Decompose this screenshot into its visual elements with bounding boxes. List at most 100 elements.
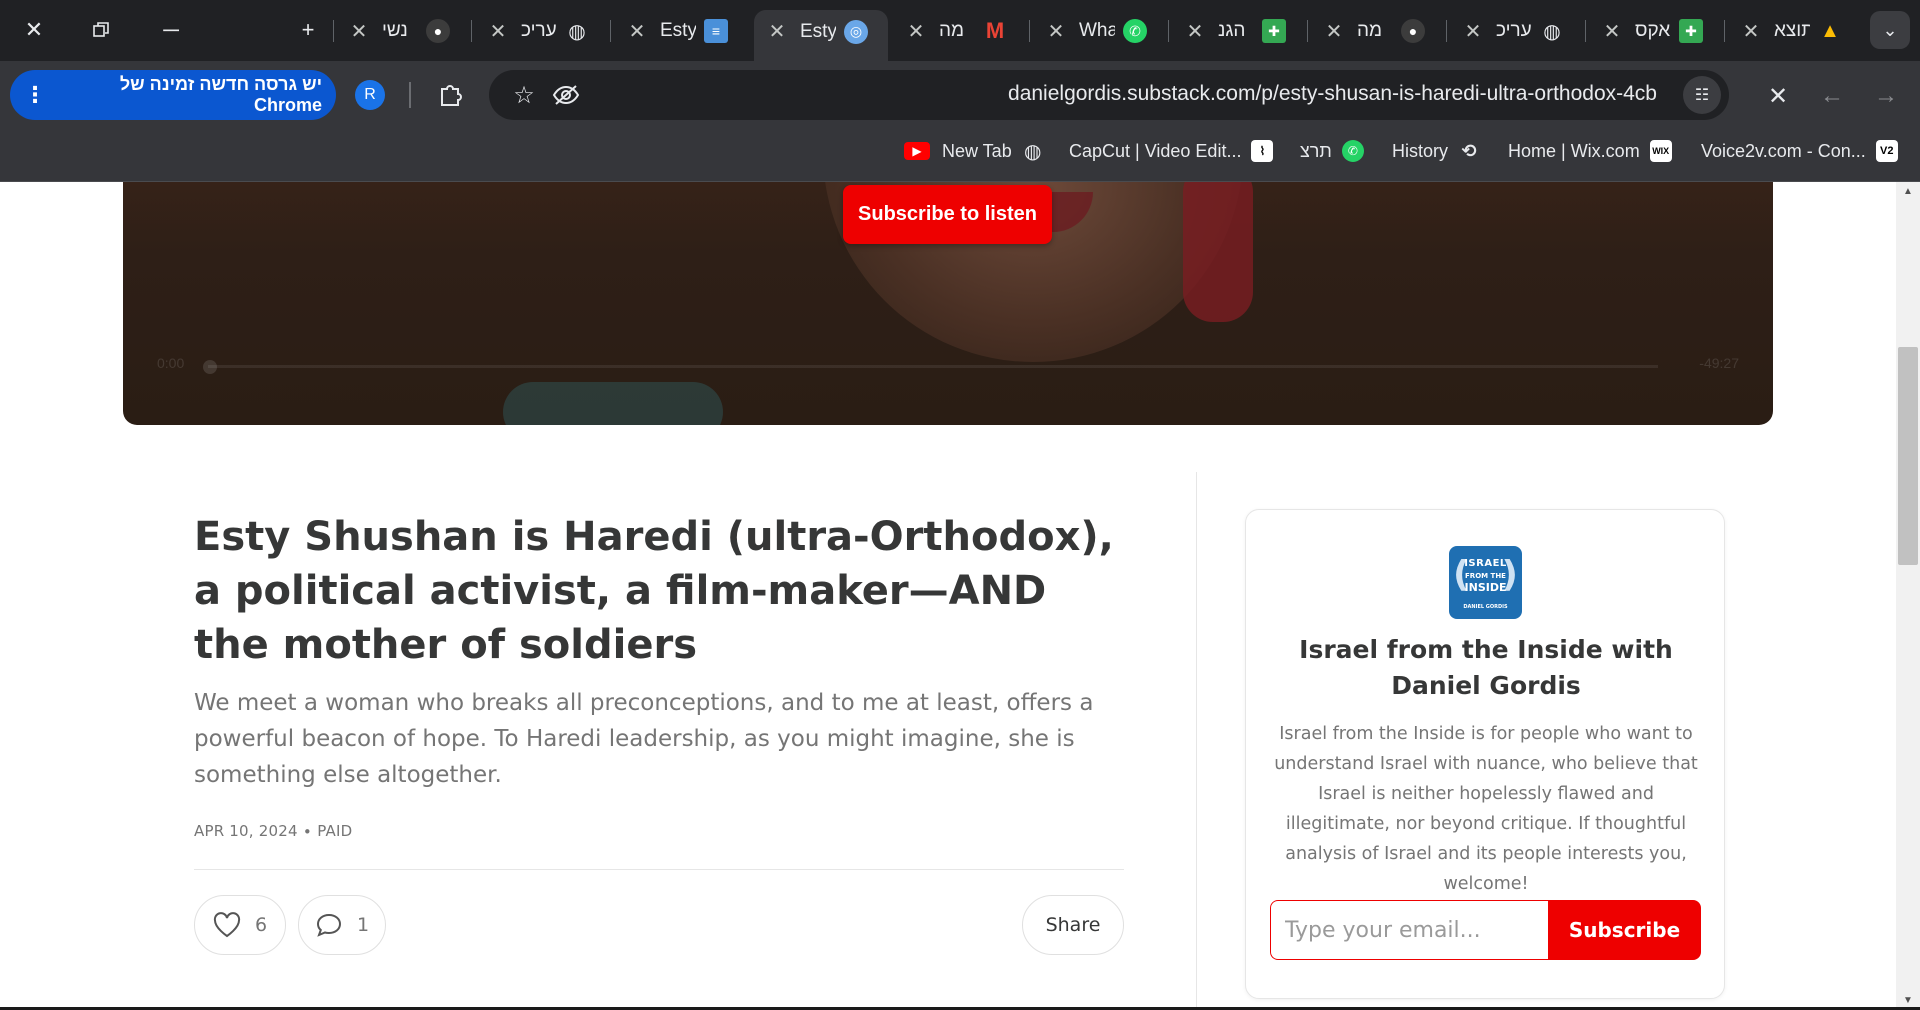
eye-off-icon[interactable] bbox=[551, 80, 581, 110]
tab[interactable]: ✕ עריכ ◍ bbox=[1460, 10, 1564, 52]
tab-title: עריכ bbox=[521, 20, 557, 41]
tab-close-icon[interactable]: ✕ bbox=[764, 19, 790, 44]
stop-loading-icon[interactable]: ✕ bbox=[1758, 76, 1798, 116]
tab[interactable]: ✕ הגנ ✚ bbox=[1182, 10, 1286, 52]
more-vert-icon: ⋮ bbox=[24, 82, 46, 107]
drive-icon: ▲ bbox=[1820, 19, 1840, 42]
publication-title: Israel from the Inside with Daniel Gordi… bbox=[1299, 635, 1673, 700]
tab-close-icon[interactable]: ✕ bbox=[485, 19, 511, 44]
tab[interactable]: ✕ עריכ ◍ bbox=[485, 10, 589, 52]
tab-title: נשי bbox=[382, 20, 408, 41]
tab-close-icon[interactable]: ✕ bbox=[903, 19, 929, 44]
substack-icon: ◎ bbox=[844, 19, 868, 44]
publication-card: ( ) ISRAEL FROM THE INSIDE DANIEL GORDIS… bbox=[1245, 509, 1725, 999]
globe-icon: ◍ bbox=[1543, 20, 1561, 43]
back-arrow-icon[interactable]: ← bbox=[1812, 76, 1852, 116]
tab-search-chevron-icon[interactable]: ⌄ bbox=[1870, 11, 1910, 49]
tab[interactable]: ✕ Wha ✆ bbox=[1043, 10, 1147, 52]
comment-button[interactable]: 1 bbox=[298, 895, 386, 955]
bookmark-whatsapp[interactable]: תרצ ✆ bbox=[1300, 136, 1364, 166]
whatsapp-icon: ✆ bbox=[1123, 19, 1147, 43]
bookmark-history[interactable]: History ⟲ bbox=[1392, 136, 1480, 166]
avatar-icon: ● bbox=[1401, 19, 1425, 43]
avatar-icon: ● bbox=[426, 19, 450, 43]
new-tab-icon[interactable]: + bbox=[288, 12, 328, 48]
tab-title: תוצא bbox=[1774, 20, 1810, 41]
tab[interactable]: ✕ אקס ✚ bbox=[1599, 10, 1703, 52]
bookmark-youtube[interactable]: ▶ bbox=[894, 136, 930, 166]
whatsapp-icon: ✆ bbox=[1341, 140, 1364, 162]
player-time-end: -49:27 bbox=[1699, 355, 1739, 371]
minimize-window-icon[interactable]: ─ bbox=[151, 12, 191, 48]
bookmark-label: תרצ bbox=[1300, 140, 1332, 161]
tab[interactable]: ✕ תוצא ▲ bbox=[1738, 10, 1842, 52]
extensions-puzzle-icon[interactable] bbox=[436, 78, 466, 110]
like-button[interactable]: 6 bbox=[194, 895, 286, 955]
bookmark-new-tab[interactable]: New Tab ◍ bbox=[942, 136, 1044, 166]
capcut-icon: ⌇ bbox=[1251, 140, 1274, 162]
scroll-down-icon[interactable]: ▼ bbox=[1902, 995, 1914, 1006]
bookmark-label: History bbox=[1392, 140, 1449, 161]
tab-title: Wha bbox=[1079, 20, 1115, 41]
tab-close-icon[interactable]: ✕ bbox=[1599, 19, 1625, 44]
tab-close-icon[interactable]: ✕ bbox=[1182, 19, 1208, 44]
scrollbar-thumb[interactable] bbox=[1898, 347, 1918, 565]
tab-close-icon[interactable]: ✕ bbox=[1321, 19, 1347, 44]
tab-close-icon[interactable]: ✕ bbox=[1460, 19, 1486, 44]
bookmark-voice2v[interactable]: Voice2v.com - Con... V2 bbox=[1701, 136, 1898, 166]
site-settings-tune-icon[interactable]: ☷ bbox=[1683, 76, 1721, 114]
publication-logo: ( ) ISRAEL FROM THE INSIDE DANIEL GORDIS bbox=[1449, 546, 1522, 619]
bookmark-star-icon[interactable]: ☆ bbox=[509, 80, 539, 110]
bookmark-wix[interactable]: Home | Wix.com WIX bbox=[1508, 136, 1672, 166]
like-count: 6 bbox=[254, 914, 268, 936]
bookmark-label: Voice2v.com - Con... bbox=[1701, 140, 1866, 161]
email-field[interactable] bbox=[1270, 900, 1548, 960]
tab-close-icon[interactable]: ✕ bbox=[1043, 19, 1069, 44]
tab-title: Esty bbox=[660, 20, 696, 41]
sheets-icon: ✚ bbox=[1679, 19, 1703, 43]
wix-icon: WIX bbox=[1649, 140, 1672, 162]
post-divider bbox=[194, 869, 1124, 870]
tab[interactable]: ✕ מה ● bbox=[1321, 10, 1425, 52]
youtube-icon: ▶ bbox=[904, 142, 930, 160]
globe-icon: ◍ bbox=[1023, 140, 1042, 163]
url-text[interactable]: danielgordis.substack.com/p/esty-shusan-… bbox=[1008, 82, 1657, 106]
address-bar[interactable]: ☆ danielgordis.substack.com/p/esty-shusa… bbox=[489, 70, 1729, 120]
tab-title: עריכ bbox=[1496, 20, 1532, 41]
restore-window-icon[interactable] bbox=[81, 12, 121, 48]
comment-bubble-icon bbox=[316, 913, 341, 937]
v2-icon: V2 bbox=[1875, 140, 1898, 162]
tab-close-icon[interactable]: ✕ bbox=[624, 19, 650, 44]
tab-active[interactable]: ✕ Esty ◎ bbox=[754, 10, 888, 61]
tab-title: מה bbox=[1357, 20, 1383, 41]
tab-close-icon[interactable]: ✕ bbox=[1738, 19, 1764, 44]
subscribe-button[interactable]: Subscribe bbox=[1548, 900, 1701, 960]
scrollbar[interactable]: ▲ ▼ bbox=[1896, 182, 1920, 1010]
post-title: Esty Shushan is Haredi (ultra-Orthodox),… bbox=[194, 514, 1114, 668]
tab-close-icon[interactable]: ✕ bbox=[346, 19, 372, 44]
player-time-start: 0:00 bbox=[157, 355, 185, 371]
globe-icon: ◍ bbox=[568, 20, 586, 43]
tab-strip: ✕ ─ + ✕ נשי ● ✕ עריכ ◍ ✕ Esty ≡ ✕ Esty ◎… bbox=[0, 0, 1920, 61]
bookmark-capcut[interactable]: CapCut | Video Edit... ⌇ bbox=[1069, 136, 1274, 166]
bookmark-label: New Tab bbox=[942, 140, 1012, 161]
tab[interactable]: ✕ מה M bbox=[903, 10, 1007, 52]
tab[interactable]: ✕ Esty ≡ bbox=[624, 10, 728, 52]
scroll-up-icon[interactable]: ▲ bbox=[1902, 186, 1914, 197]
tab[interactable]: ✕ נשי ● bbox=[346, 10, 450, 52]
chrome-update-button[interactable]: ⋮ יש גרסה חדשה זמינה של Chrome bbox=[10, 70, 336, 120]
forward-arrow-icon[interactable]: → bbox=[1866, 76, 1906, 116]
share-button[interactable]: Share bbox=[1022, 895, 1124, 955]
post-subtitle: We meet a woman who breaks all preconcep… bbox=[194, 690, 1094, 788]
history-icon: ⟲ bbox=[1461, 140, 1477, 161]
comment-count: 1 bbox=[356, 914, 370, 936]
tab-title: Esty bbox=[800, 20, 836, 42]
update-label: יש גרסה חדשה זמינה של Chrome bbox=[119, 74, 322, 115]
post-meta: APR 10, 2024 ∙ PAID bbox=[194, 822, 353, 840]
close-window-icon[interactable]: ✕ bbox=[14, 12, 54, 48]
bookmark-label: Home | Wix.com bbox=[1508, 140, 1640, 161]
profile-avatar[interactable]: R bbox=[355, 80, 385, 110]
subscribe-to-listen-button[interactable]: Subscribe to listen bbox=[843, 185, 1052, 244]
page-content: 0:00 -49:27 Subscribe to listen Esty Shu… bbox=[0, 182, 1920, 1010]
player-progress-track bbox=[208, 365, 1658, 368]
